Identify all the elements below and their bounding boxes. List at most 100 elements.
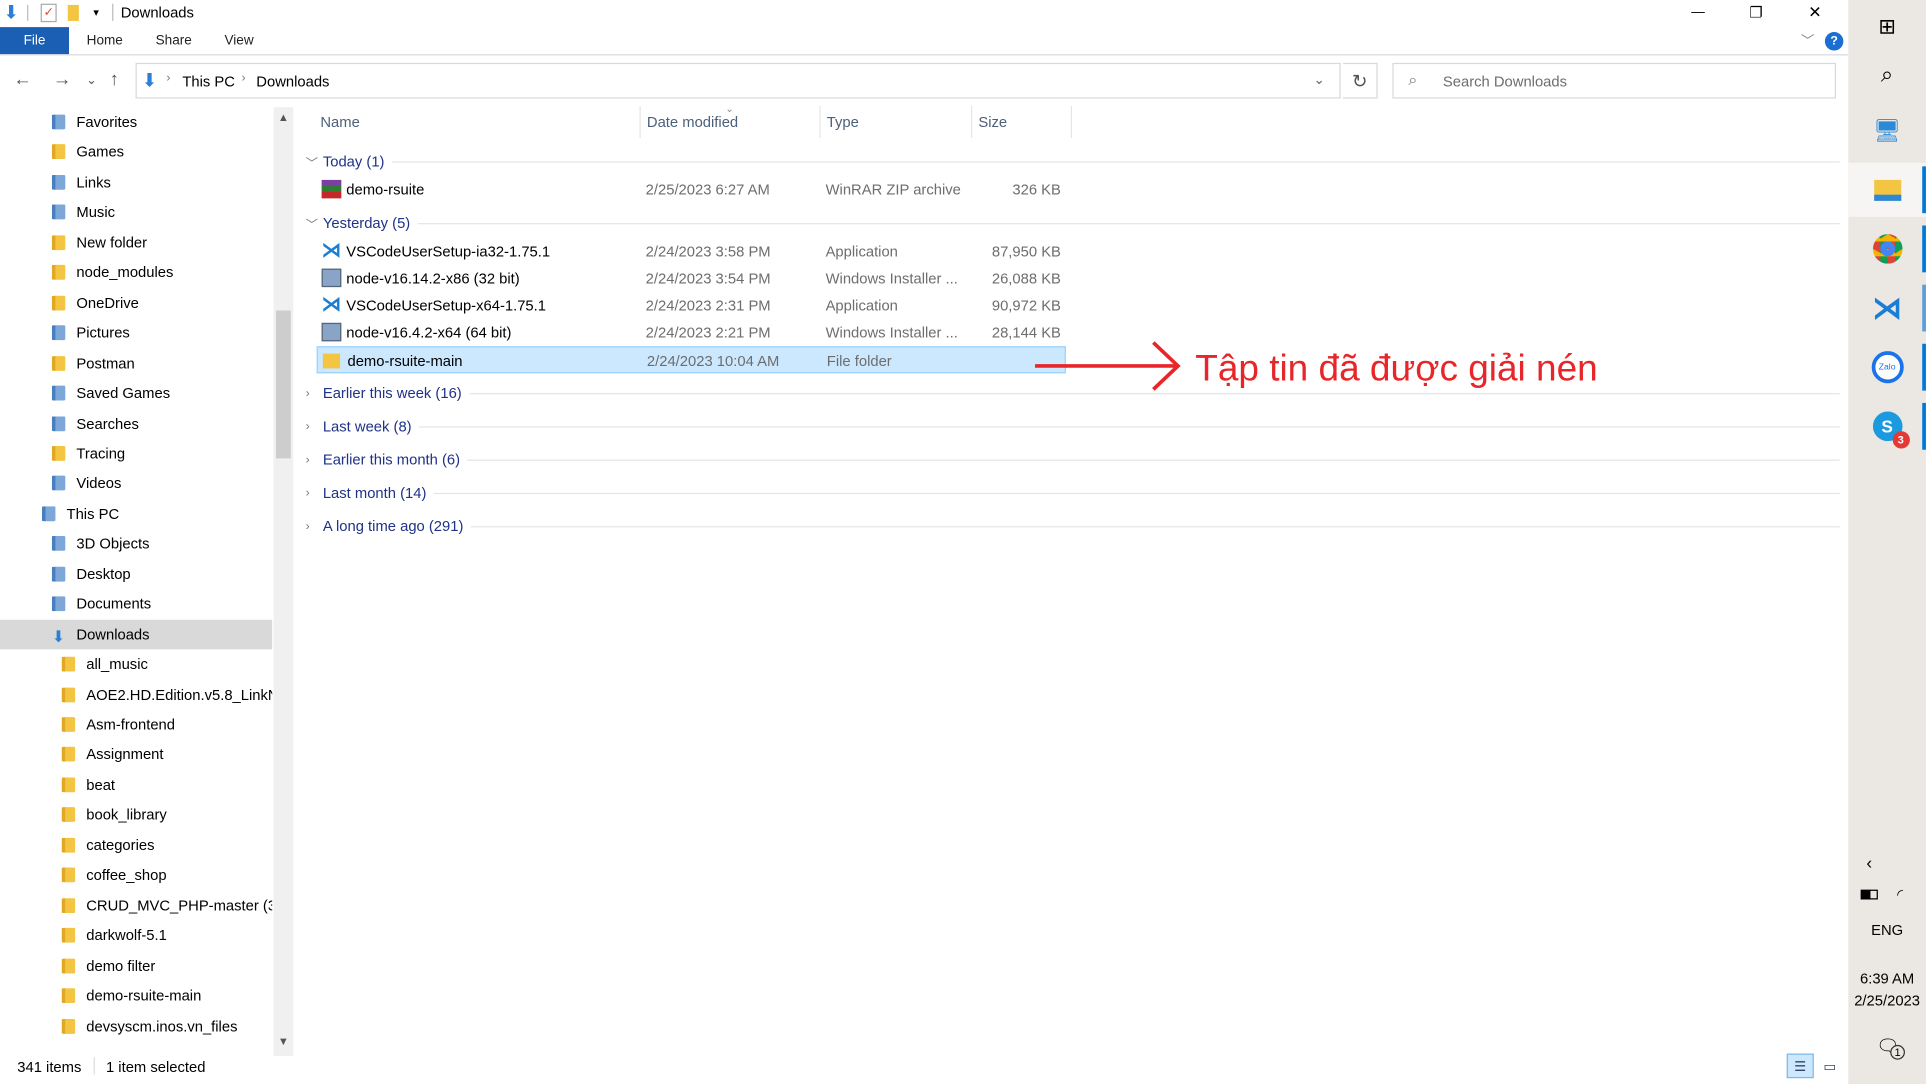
search-icon[interactable]: ⌕ (1848, 47, 1926, 101)
file-row[interactable]: ⋊ VSCodeUserSetup-x64-1.75.1 2/24/2023 2:3… (317, 292, 1066, 319)
sidebar-item[interactable]: Asm-frontend (0, 710, 272, 740)
breadcrumb-downloads[interactable]: Downloads (256, 73, 329, 90)
sidebar-item[interactable]: Links (0, 167, 272, 197)
file-row[interactable]: node-v16.14.2-x86 (32 bit) 2/24/2023 3:54… (317, 265, 1066, 292)
chevron-right-icon[interactable]: › (306, 386, 323, 400)
tab-file[interactable]: File (0, 27, 70, 55)
sidebar-item[interactable]: ⬇ Downloads (0, 619, 273, 649)
clock-time[interactable]: 6:39 AM (1848, 970, 1926, 987)
breadcrumb-this-pc[interactable]: This PC (182, 73, 235, 90)
sidebar-item[interactable]: Music (0, 198, 272, 228)
sidebar-item[interactable]: Favorites (0, 107, 272, 137)
properties-icon[interactable]: ✓ (40, 3, 57, 23)
search-placeholder[interactable]: Search Downloads (1443, 73, 1567, 90)
sidebar-item[interactable]: book_library (0, 800, 272, 830)
tab-view[interactable]: View (223, 27, 255, 54)
group-header[interactable]: ﹀ Today (1) (306, 149, 1840, 174)
sidebar-scrollbar[interactable]: ▲ ▼ (273, 107, 294, 1056)
column-header-size[interactable]: Size (978, 113, 1007, 135)
vscode-icon[interactable]: ⋊ (1848, 281, 1926, 335)
large-icons-view-button[interactable]: ▭ (1816, 1054, 1843, 1079)
action-center-icon[interactable]: 🗨 1 (1873, 1033, 1905, 1060)
sidebar-item[interactable]: 3D Objects (0, 529, 272, 559)
recent-locations-button[interactable]: ⌄ (86, 74, 96, 88)
file-row[interactable]: ⋊ VSCodeUserSetup-ia32-1.75.1 2/24/2023 3:… (317, 238, 1066, 265)
skype-icon[interactable]: S3 (1848, 399, 1926, 453)
sidebar-item[interactable]: AOE2.HD.Edition.v5.8_LinkNeverDie (0, 680, 272, 710)
zalo-icon[interactable]: Zalo (1848, 340, 1926, 394)
show-hidden-icons-button[interactable]: ‹ (1861, 853, 1878, 873)
new-folder-icon[interactable] (67, 4, 79, 21)
refresh-button[interactable]: ↻ (1343, 62, 1378, 99)
address-dropdown-icon[interactable]: ⌄ (1314, 71, 1325, 88)
column-header-type[interactable]: Type (827, 113, 859, 135)
sidebar-item[interactable]: Postman (0, 348, 272, 378)
maximize-button[interactable]: ❐ (1741, 0, 1771, 25)
sidebar-item[interactable]: Searches (0, 408, 272, 438)
chevron-right-icon[interactable]: › (306, 486, 323, 500)
chevron-right-icon[interactable]: › (306, 453, 323, 467)
sidebar-item[interactable]: Tracing (0, 439, 272, 469)
group-header[interactable]: ﹀ Yesterday (5) (306, 211, 1840, 236)
group-header[interactable]: › Last month (14) (306, 481, 1840, 506)
expand-ribbon-icon[interactable]: ﹀ (1799, 32, 1816, 50)
chevron-right-icon[interactable]: › (306, 420, 323, 434)
minimize-button[interactable]: — (1683, 0, 1713, 25)
sidebar-item[interactable]: Games (0, 137, 272, 167)
customize-toolbar-icon[interactable]: ▾ (89, 4, 104, 21)
wifi-icon[interactable]: ◜ (1890, 885, 1910, 905)
chevron-right-icon[interactable]: › (306, 519, 323, 533)
scroll-down-button[interactable]: ▼ (274, 1031, 294, 1051)
tab-share[interactable]: Share (155, 27, 192, 54)
chevron-down-icon[interactable]: ﹀ (306, 152, 323, 171)
sidebar-item[interactable]: Documents (0, 589, 272, 619)
column-header-name[interactable]: Name (320, 113, 359, 135)
sidebar-item[interactable]: Videos (0, 469, 272, 499)
group-header[interactable]: › Last week (8) (306, 414, 1840, 439)
forward-button[interactable]: → (53, 69, 71, 90)
chevron-right-icon[interactable]: › (242, 71, 246, 85)
scroll-up-button[interactable]: ▲ (274, 107, 294, 127)
sidebar-item[interactable]: Desktop (0, 559, 272, 589)
file-row[interactable]: demo-rsuite 2/25/2023 6:27 AM WinRAR ZIP a… (317, 176, 1066, 203)
sidebar-item[interactable]: demo-rsuite-main (0, 981, 272, 1011)
folder-icon (51, 265, 66, 281)
sidebar-item[interactable]: coffee_shop (0, 860, 272, 890)
sidebar-item[interactable]: all_music (0, 649, 272, 679)
sidebar-item[interactable]: devsyscm.inos.vn_files (0, 1011, 272, 1041)
sidebar-item[interactable]: Assignment (0, 740, 272, 770)
file-explorer-icon[interactable] (1848, 162, 1926, 217)
clock-date[interactable]: 2/25/2023 (1848, 992, 1926, 1009)
column-header-date-modified[interactable]: Date modified (647, 113, 738, 135)
this-pc-icon[interactable]: 🖥 (1848, 104, 1926, 158)
sidebar-item[interactable]: OneDrive (0, 288, 272, 318)
group-header[interactable]: › A long time ago (291) (306, 514, 1840, 539)
language-indicator[interactable]: ENG (1848, 922, 1926, 939)
close-button[interactable]: ✕ (1800, 0, 1830, 25)
sidebar-item[interactable]: node_modules (0, 258, 272, 288)
address-bar[interactable]: ⬇ › This PC › Downloads ⌄ (135, 62, 1341, 99)
sidebar-item[interactable]: Saved Games (0, 378, 272, 408)
file-row[interactable]: demo-rsuite-main 2/24/2023 10:04 AM File f… (316, 346, 1066, 374)
details-view-button[interactable]: ☰ (1786, 1053, 1814, 1079)
sidebar-item[interactable]: darkwolf-5.1 (0, 921, 272, 951)
sidebar-item[interactable]: beat (0, 770, 272, 800)
up-button[interactable]: ↑ (110, 69, 119, 90)
chrome-icon[interactable] (1848, 222, 1926, 276)
sidebar-item[interactable]: This PC (0, 499, 272, 529)
sidebar-item[interactable]: categories (0, 830, 272, 860)
tab-home[interactable]: Home (86, 27, 123, 54)
help-icon[interactable]: ? (1824, 32, 1844, 51)
search-box[interactable]: ⌕ Search Downloads (1392, 62, 1836, 99)
group-header[interactable]: › Earlier this month (6) (306, 447, 1840, 472)
file-row[interactable]: node-v16.4.2-x64 (64 bit) 2/24/2023 2:21 … (317, 319, 1066, 346)
sidebar-item[interactable]: New folder (0, 228, 272, 258)
sidebar-item[interactable]: CRUD_MVC_PHP-master (3) (0, 890, 272, 920)
back-button[interactable]: ← (14, 69, 32, 90)
sidebar-item[interactable]: demo filter (0, 951, 272, 981)
chevron-down-icon[interactable]: ﹀ (306, 214, 323, 233)
chevron-right-icon[interactable]: › (166, 71, 170, 85)
scrollbar-thumb[interactable] (276, 310, 291, 459)
battery-icon[interactable] (1860, 889, 1878, 900)
sidebar-item[interactable]: Pictures (0, 318, 272, 348)
